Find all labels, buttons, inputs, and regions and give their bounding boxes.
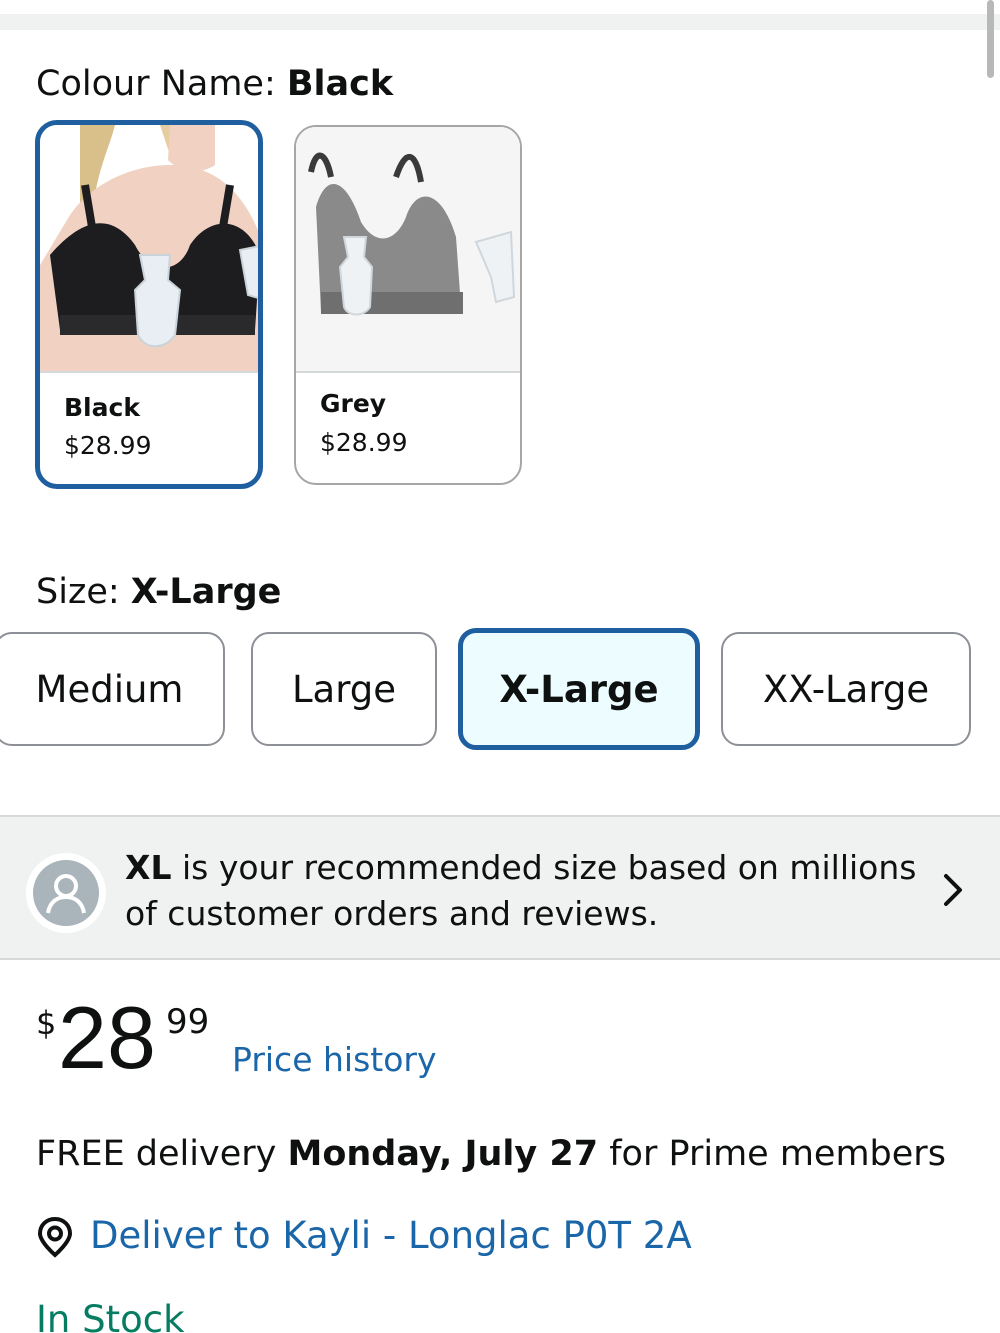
size-option-label: X-Large [499, 667, 659, 711]
recommendation-text: XL is your recommended size based on mil… [125, 845, 925, 937]
price-currency-symbol: $ [36, 1004, 57, 1042]
black-nursing-bra-image [40, 125, 258, 373]
colour-label-prefix: Colour Name: [36, 64, 287, 104]
size-option-large[interactable]: Large [251, 632, 437, 746]
location-pin-icon [37, 1216, 73, 1258]
swatch-price-black: $28.99 [64, 431, 152, 460]
size-option-xx-large[interactable]: XX-Large [721, 632, 971, 746]
price-fraction: 99 [166, 1002, 210, 1042]
size-option-label: Large [291, 667, 397, 711]
price-whole: 28 [58, 988, 156, 1087]
delivery-date: Monday, July 27 [287, 1134, 599, 1174]
recommendation-message: is your recommended size based on millio… [125, 848, 917, 933]
avatar-icon [26, 853, 106, 933]
grey-nursing-bra-image [296, 127, 520, 373]
size-label-prefix: Size: [36, 572, 131, 612]
swatch-name-black: Black [64, 393, 140, 422]
size-option-label: Medium [35, 667, 184, 711]
size-option-medium[interactable]: Medium [0, 632, 225, 746]
size-option-label: XX-Large [762, 667, 930, 711]
delivery-prefix: FREE delivery [36, 1134, 288, 1174]
delivery-suffix: for Prime members [598, 1134, 946, 1174]
swatch-name-grey: Grey [320, 389, 387, 418]
delivery-info: FREE delivery Monday, July 27 for Prime … [36, 1134, 946, 1174]
scrollbar-thumb[interactable] [987, 0, 994, 78]
colour-selected-value: Black [286, 64, 394, 104]
size-recommendation-panel[interactable]: XL is your recommended size based on mil… [0, 815, 1000, 960]
colour-name-label: Colour Name: Black [36, 64, 393, 104]
stock-status: In Stock [36, 1298, 185, 1333]
top-divider-strip [0, 14, 1000, 30]
size-selected-value: X-Large [130, 572, 282, 612]
price-history-link[interactable]: Price history [232, 1040, 437, 1079]
size-label: Size: X-Large [36, 572, 281, 612]
swatch-price-grey: $28.99 [320, 428, 408, 457]
colour-swatch-black[interactable]: Black $28.99 [35, 120, 263, 489]
size-option-x-large[interactable]: X-Large [458, 628, 700, 750]
recommended-size: XL [125, 848, 172, 887]
chevron-right-icon[interactable] [940, 872, 968, 908]
colour-swatch-grey[interactable]: Grey $28.99 [294, 125, 522, 485]
deliver-to-link[interactable]: Deliver to Kayli - Longlac P0T 2A [90, 1214, 692, 1257]
